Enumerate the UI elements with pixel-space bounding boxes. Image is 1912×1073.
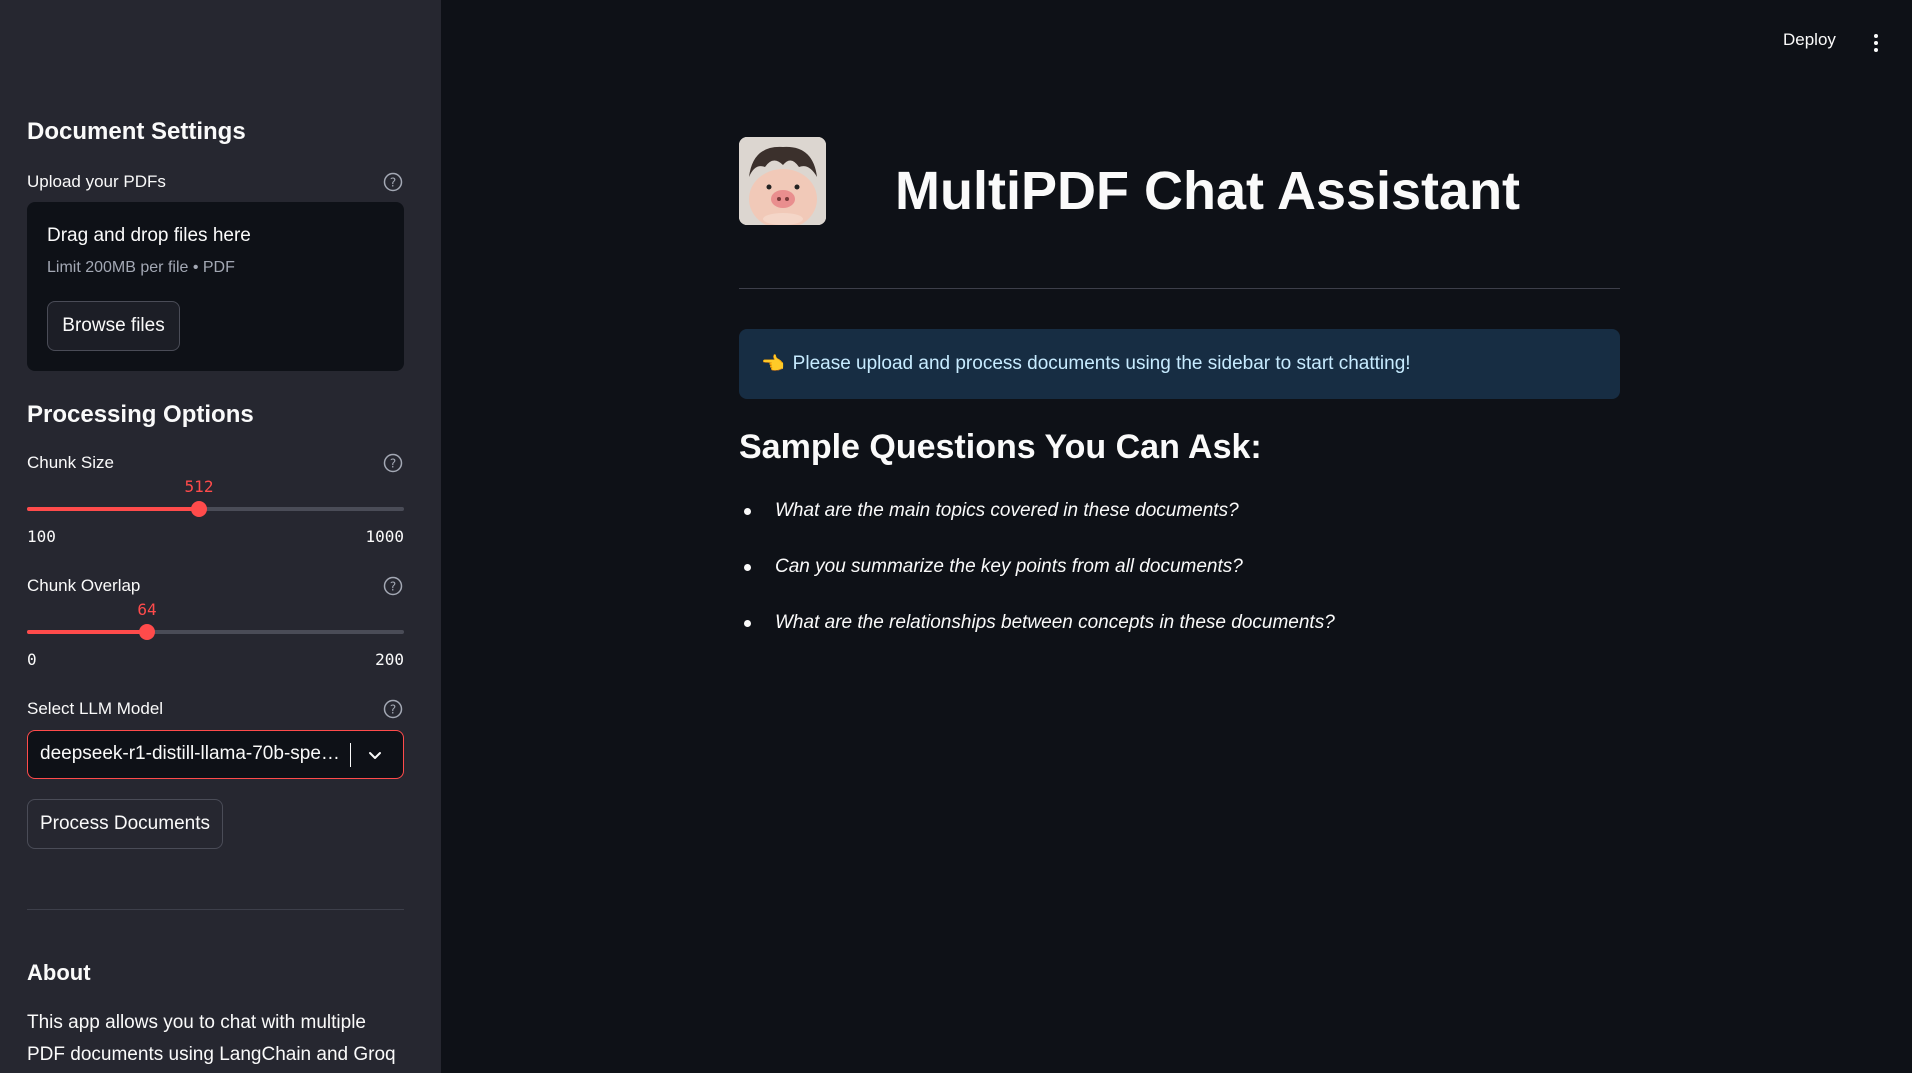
main-content: Deploy MultiPDF Chat Assistant 👈 Please … xyxy=(441,0,1912,1073)
chunk-size-min: 100 xyxy=(27,527,56,546)
chevron-down-icon[interactable] xyxy=(366,746,384,764)
question-text: What are the relationships between conce… xyxy=(775,612,1335,633)
browse-files-button[interactable]: Browse files xyxy=(47,301,180,351)
page-title: MultiPDF Chat Assistant xyxy=(895,161,1521,221)
chunk-size-slider[interactable] xyxy=(27,501,404,517)
dropzone-limit: Limit 200MB per file • PDF xyxy=(47,259,235,276)
svg-text:?: ? xyxy=(390,457,396,471)
document-settings-heading: Document Settings xyxy=(27,118,246,145)
chunk-size-label: Chunk Size xyxy=(27,453,114,472)
slider-fill xyxy=(27,507,199,511)
svg-text:?: ? xyxy=(390,580,396,594)
chunk-overlap-min: 0 xyxy=(27,650,37,669)
chunk-size-value: 512 xyxy=(184,477,214,496)
question-text: What are the main topics covered in thes… xyxy=(775,500,1239,521)
sidebar-divider xyxy=(27,909,404,910)
chunk-size-max: 1000 xyxy=(365,527,404,546)
chunk-overlap-value: 64 xyxy=(137,600,157,619)
main-divider xyxy=(739,288,1620,289)
sample-questions-list: What are the main topics covered in thes… xyxy=(739,488,1335,656)
help-icon[interactable]: ? xyxy=(383,172,403,192)
list-item: What are the main topics covered in thes… xyxy=(739,488,1335,544)
deploy-button[interactable]: Deploy xyxy=(1783,30,1836,50)
bullet-icon xyxy=(744,564,751,571)
about-text: This app allows you to chat with multipl… xyxy=(27,1012,396,1065)
help-icon[interactable]: ? xyxy=(383,699,403,719)
slider-fill xyxy=(27,630,147,634)
select-separator xyxy=(350,743,351,767)
pointing-hand-icon: 👈 xyxy=(761,354,785,375)
bullet-icon xyxy=(744,620,751,627)
kebab-menu-icon[interactable] xyxy=(1866,32,1886,54)
model-select-value: deepseek-r1-distill-llama-70b-specdec xyxy=(40,743,345,764)
chunk-overlap-label: Chunk Overlap xyxy=(27,576,141,595)
app-logo-avatar xyxy=(739,137,826,225)
model-select-label: Select LLM Model xyxy=(27,699,164,718)
slider-thumb[interactable] xyxy=(139,624,155,640)
list-item: Can you summarize the key points from al… xyxy=(739,544,1335,600)
info-alert: 👈 Please upload and process documents us… xyxy=(739,329,1620,399)
list-item: What are the relationships between conce… xyxy=(739,600,1335,656)
upload-label: Upload your PDFs xyxy=(27,172,166,191)
help-icon[interactable]: ? xyxy=(383,576,403,596)
chunk-overlap-max: 200 xyxy=(375,650,404,669)
bullet-icon xyxy=(744,508,751,515)
pig-plush-icon xyxy=(739,137,826,225)
file-dropzone[interactable]: Drag and drop files here Limit 200MB per… xyxy=(27,202,404,371)
info-alert-text: Please upload and process documents usin… xyxy=(792,353,1411,374)
about-heading: About xyxy=(27,960,91,985)
sample-questions-heading: Sample Questions You Can Ask: xyxy=(739,428,1262,466)
processing-options-heading: Processing Options xyxy=(27,401,254,428)
chunk-overlap-slider[interactable] xyxy=(27,624,404,640)
svg-text:?: ? xyxy=(390,176,396,190)
question-text: Can you summarize the key points from al… xyxy=(775,556,1243,577)
sidebar: Document Settings Upload your PDFs ? Dra… xyxy=(0,0,441,1073)
model-select[interactable]: deepseek-r1-distill-llama-70b-specdec xyxy=(27,730,404,779)
slider-thumb[interactable] xyxy=(191,501,207,517)
process-documents-button[interactable]: Process Documents xyxy=(27,799,223,849)
svg-text:?: ? xyxy=(390,703,396,717)
dropzone-title: Drag and drop files here xyxy=(47,225,251,246)
help-icon[interactable]: ? xyxy=(383,453,403,473)
